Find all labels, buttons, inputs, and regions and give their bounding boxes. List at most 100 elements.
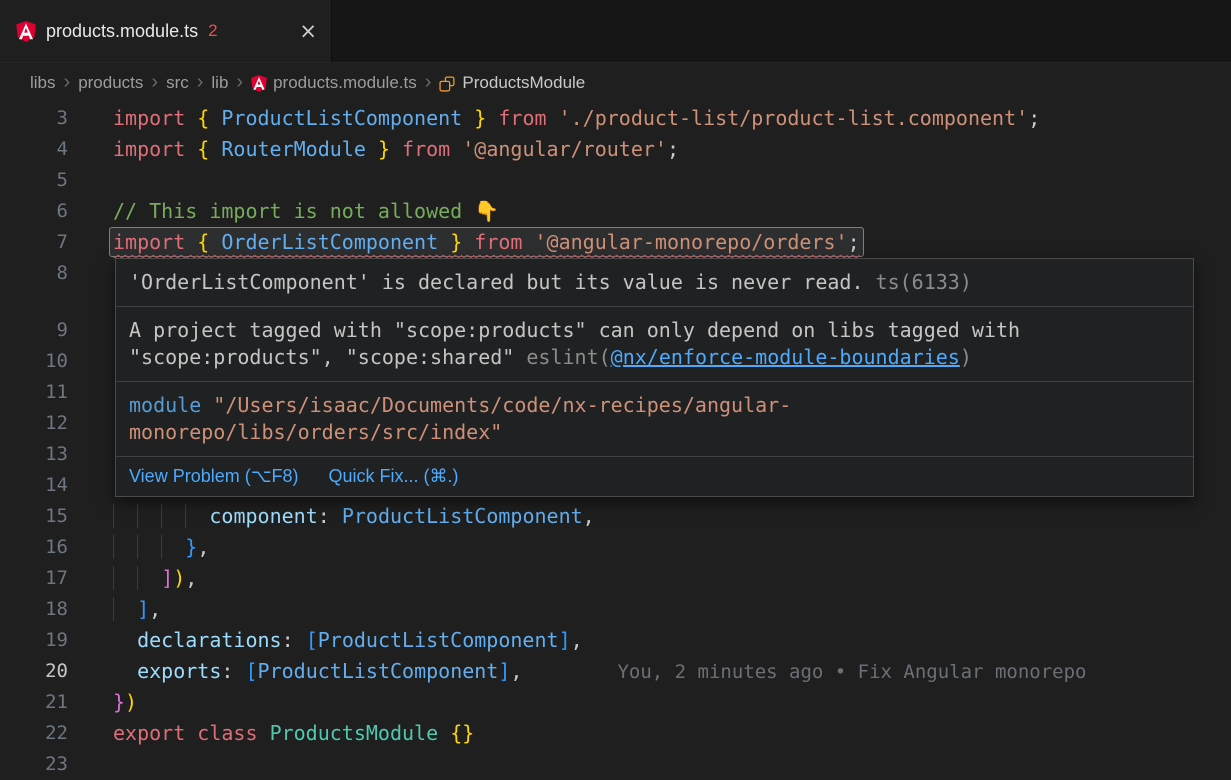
token-b2: } — [113, 690, 125, 714]
token-pl — [209, 230, 221, 254]
breadcrumb-lib[interactable]: lib — [211, 73, 228, 93]
token-guide — [137, 566, 161, 590]
code-line-5[interactable]: 5 — [0, 165, 1231, 196]
token-guide — [113, 597, 137, 621]
token-b1: ) — [173, 566, 185, 590]
token-b3: ] — [137, 597, 149, 621]
line-number: 6 — [0, 196, 95, 227]
code-line-6[interactable]: 6// This import is not allowed 👇 — [0, 196, 1231, 227]
chevron-right-icon: › — [197, 72, 204, 94]
token-b1: } — [474, 106, 486, 130]
line-number: 20 — [0, 656, 95, 687]
token-id: RouterModule — [221, 137, 366, 161]
code-text — [95, 165, 1231, 196]
code-editor: 3import { ProductListComponent } from '.… — [0, 103, 1231, 780]
ts-error-code: ts(6133) — [864, 270, 972, 294]
token-pl: ; — [848, 230, 860, 254]
token-pl: : — [221, 659, 245, 683]
angular-icon — [251, 75, 267, 92]
token-guide — [137, 535, 161, 559]
chevron-right-icon: › — [425, 72, 432, 94]
token-b1: ) — [125, 690, 137, 714]
token-pl — [462, 106, 474, 130]
hover-action-bar: View Problem (⌥F8) Quick Fix... (⌘.) — [116, 457, 1193, 496]
line-number: 4 — [0, 134, 95, 165]
tab-products-module[interactable]: products.module.ts 2 × — [0, 0, 332, 62]
line-number: 10 — [0, 346, 95, 377]
code-text: exports: [ProductListComponent],You, 2 m… — [95, 656, 1231, 687]
token-kw: from — [402, 137, 450, 161]
code-line-15[interactable]: 15 component: ProductListComponent, — [0, 501, 1231, 532]
token-cmt: // This import is not allowed — [113, 199, 474, 223]
code-text: }) — [95, 687, 1231, 718]
token-guide — [113, 504, 137, 528]
tab-title: products.module.ts — [46, 21, 198, 42]
code-line-21[interactable]: 21}) — [0, 687, 1231, 718]
token-pl: ; — [1028, 106, 1040, 130]
token-pl: , — [197, 535, 209, 559]
token-pl — [366, 137, 378, 161]
line-number: 17 — [0, 563, 95, 594]
line-number: 14 — [0, 470, 95, 501]
breadcrumb: libs › products › src › lib › products.m… — [0, 63, 1231, 103]
token-prop: exports — [137, 659, 221, 683]
chevron-right-icon: › — [236, 72, 243, 94]
quick-fix-action[interactable]: Quick Fix... (⌘.) — [328, 466, 458, 487]
code-line-7[interactable]: 7import { OrderListComponent } from '@an… — [0, 227, 1231, 258]
code-line-17[interactable]: 17 ]), — [0, 563, 1231, 594]
breadcrumb-libs[interactable]: libs — [30, 73, 56, 93]
code-line-19[interactable]: 19 declarations: [ProductListComponent], — [0, 625, 1231, 656]
token-b3: ] — [498, 659, 510, 683]
breadcrumb-src[interactable]: src — [166, 73, 189, 93]
token-id: ProductListComponent — [258, 659, 499, 683]
line-number: 12 — [0, 408, 95, 439]
git-blame-annotation: You, 2 minutes ago • Fix Angular monorep… — [617, 661, 1086, 683]
eslint-rule-link[interactable]: @nx/enforce-module-boundaries — [611, 345, 960, 369]
code-line-3[interactable]: 3import { ProductListComponent } from '.… — [0, 103, 1231, 134]
token-str: './product-list/product-list.component' — [559, 106, 1029, 130]
code-line-18[interactable]: 18 ], — [0, 594, 1231, 625]
breadcrumb-file[interactable]: products.module.ts — [251, 73, 417, 93]
token-pl — [185, 721, 197, 745]
code-text: component: ProductListComponent, — [95, 501, 1231, 532]
token-pl — [522, 230, 534, 254]
token-kw: import — [113, 106, 185, 130]
code-line-16[interactable]: 16 }, — [0, 532, 1231, 563]
token-cls: ProductsModule — [270, 721, 439, 745]
line-number: 22 — [0, 718, 95, 749]
token-id: ProductListComponent — [318, 628, 559, 652]
token-id: ProductListComponent — [221, 106, 462, 130]
code-text: // This import is not allowed 👇 — [95, 196, 1231, 227]
token-pl: : — [282, 628, 306, 652]
token-b3: ] — [559, 628, 571, 652]
token-pl — [209, 106, 221, 130]
token-b1: } — [378, 137, 390, 161]
token-pl — [185, 106, 197, 130]
token-pl — [486, 106, 498, 130]
tab-bar: products.module.ts 2 × — [0, 0, 1231, 63]
token-kw: from — [474, 230, 522, 254]
chevron-right-icon: › — [151, 72, 158, 94]
code-line-20[interactable]: 20 exports: [ProductListComponent],You, … — [0, 656, 1231, 687]
module-keyword: module — [129, 393, 201, 417]
token-pl — [438, 230, 450, 254]
breadcrumb-symbol[interactable]: ProductsModule — [439, 73, 585, 93]
token-pl — [113, 659, 137, 683]
code-line-23[interactable]: 23 — [0, 749, 1231, 780]
token-pl: : — [318, 504, 342, 528]
code-line-22[interactable]: 22export class ProductsModule {} — [0, 718, 1231, 749]
token-b1: { — [197, 106, 209, 130]
line-number: 5 — [0, 165, 95, 196]
line-number: 9 — [0, 315, 95, 346]
line-number: 11 — [0, 377, 95, 408]
token-pl: ; — [667, 137, 679, 161]
token-pl — [547, 106, 559, 130]
token-pl — [209, 137, 221, 161]
close-icon[interactable]: × — [299, 21, 317, 42]
error-highlight-range: import { OrderListComponent } from '@ang… — [109, 227, 864, 257]
token-pl — [438, 721, 450, 745]
code-line-4[interactable]: 4import { RouterModule } from '@angular/… — [0, 134, 1231, 165]
code-text — [95, 749, 1231, 780]
breadcrumb-products[interactable]: products — [78, 73, 143, 93]
view-problem-action[interactable]: View Problem (⌥F8) — [129, 466, 298, 487]
